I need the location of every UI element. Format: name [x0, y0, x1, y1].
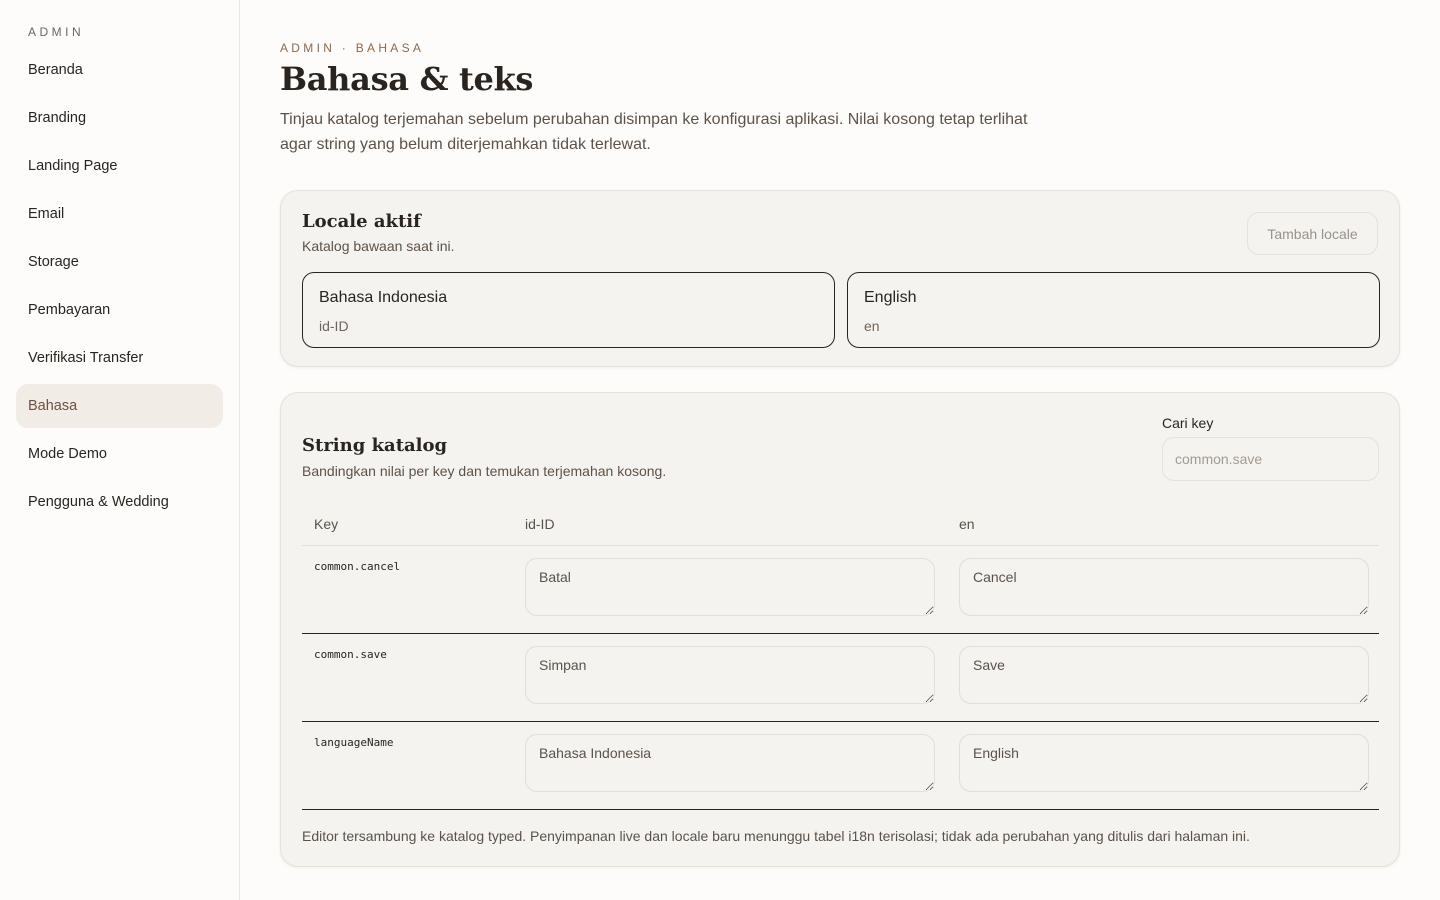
translation-input-id[interactable]: Bahasa Indonesia — [525, 734, 935, 792]
locale-code: id-ID — [319, 318, 349, 334]
table-row: languageName Bahasa Indonesia English — [302, 722, 1379, 810]
string-key: common.cancel — [314, 560, 401, 573]
sidebar: ADMIN Beranda Branding Landing Page Emai… — [0, 0, 240, 900]
locale-option-id[interactable]: Bahasa Indonesia id-ID — [302, 272, 835, 348]
strings-table: Key id-ID en common.cancel Batal Cancel … — [302, 506, 1379, 810]
translation-input-en[interactable]: Save — [959, 646, 1369, 704]
sidebar-item-bahasa[interactable]: Bahasa — [16, 384, 223, 428]
strings-card-title: String katalog — [302, 435, 448, 456]
page-description: Tinjau katalog terjemahan sebelum peruba… — [280, 111, 1028, 153]
locale-card-title: Locale aktif — [302, 211, 421, 232]
translation-input-en[interactable]: Cancel — [959, 558, 1369, 616]
table-row: common.save Simpan Save — [302, 634, 1379, 722]
locale-card-subtitle: Katalog bawaan saat ini. — [302, 238, 455, 254]
page-title: Bahasa & teks — [280, 60, 534, 98]
sidebar-item-storage[interactable]: Storage — [16, 240, 223, 284]
locale-card: Locale aktif Katalog bawaan saat ini. Ta… — [280, 190, 1400, 367]
breadcrumb: ADMIN · BAHASA — [280, 41, 425, 55]
sidebar-nav: Beranda Branding Landing Page Email Stor… — [16, 48, 223, 528]
sidebar-brand: ADMIN — [28, 25, 85, 39]
locale-option-en[interactable]: English en — [847, 272, 1380, 348]
sidebar-item-landing-page[interactable]: Landing Page — [16, 144, 223, 188]
sidebar-item-pengguna-wedding[interactable]: Pengguna & Wedding — [16, 480, 223, 524]
string-key: languageName — [314, 736, 394, 749]
search-input[interactable] — [1162, 437, 1379, 481]
sidebar-item-beranda[interactable]: Beranda — [16, 48, 223, 92]
strings-card: String katalog Bandingkan nilai per key … — [280, 392, 1400, 867]
translation-input-id[interactable]: Simpan — [525, 646, 935, 704]
add-locale-button[interactable]: Tambah locale — [1247, 212, 1378, 255]
sidebar-item-mode-demo[interactable]: Mode Demo — [16, 432, 223, 476]
table-row: common.cancel Batal Cancel — [302, 546, 1379, 634]
search-label: Cari key — [1162, 415, 1214, 431]
locale-name: Bahasa Indonesia — [319, 289, 448, 306]
string-key: common.save — [314, 648, 387, 661]
table-header: Key id-ID en — [302, 506, 1379, 546]
strings-card-subtitle: Bandingkan nilai per key dan temukan ter… — [302, 463, 667, 479]
locale-code: en — [864, 318, 880, 334]
column-header-en: en — [959, 516, 975, 532]
sidebar-item-pembayaran[interactable]: Pembayaran — [16, 288, 223, 332]
sidebar-item-branding[interactable]: Branding — [16, 96, 223, 140]
locale-name: English — [864, 289, 917, 306]
column-header-key: Key — [314, 516, 339, 532]
sidebar-item-email[interactable]: Email — [16, 192, 223, 236]
footnote: Editor tersambung ke katalog typed. Peny… — [302, 828, 1250, 844]
translation-input-id[interactable]: Batal — [525, 558, 935, 616]
translation-input-en[interactable]: English — [959, 734, 1369, 792]
sidebar-item-verifikasi-transfer[interactable]: Verifikasi Transfer — [16, 336, 223, 380]
column-header-id: id-ID — [525, 516, 555, 532]
